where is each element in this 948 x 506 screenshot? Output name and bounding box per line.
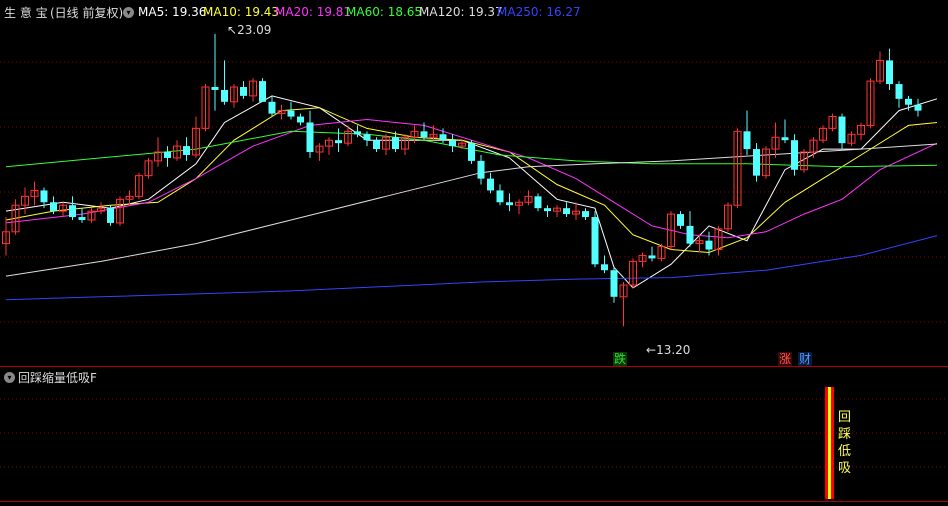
candle-body-down bbox=[268, 101, 276, 114]
dropdown-icon[interactable]: ▾ bbox=[123, 7, 134, 18]
candle-body-down bbox=[306, 122, 314, 153]
candle-body-down bbox=[40, 190, 48, 203]
candle-body-down bbox=[183, 146, 190, 155]
candle-body-down bbox=[69, 205, 76, 218]
candle-body-down bbox=[335, 140, 342, 144]
candle-body-down bbox=[50, 202, 57, 212]
candle-body-down bbox=[563, 208, 570, 215]
candle-body-down bbox=[705, 240, 713, 250]
candle-body-down bbox=[914, 104, 922, 111]
candle-body-down bbox=[610, 270, 618, 297]
candle-body-down bbox=[648, 255, 656, 259]
low-price-value: 13.20 bbox=[656, 343, 691, 357]
ma20-legend: MA20: 19.81 bbox=[275, 5, 352, 19]
candle-body-down bbox=[781, 137, 789, 141]
candle-body-down bbox=[895, 84, 903, 99]
candle-body-down bbox=[78, 217, 86, 220]
candle-body-down bbox=[164, 152, 171, 158]
ma-line-ma20 bbox=[5, 118, 938, 239]
candle-body-down bbox=[838, 116, 846, 144]
candle-body-down bbox=[420, 131, 428, 138]
zhang-tag: 涨 bbox=[778, 352, 793, 366]
die-tag: 跌 bbox=[613, 352, 628, 366]
candle-body-down bbox=[686, 225, 694, 244]
ma-line-ma5 bbox=[5, 95, 938, 289]
candle-body-down bbox=[107, 208, 114, 223]
candle-body-down bbox=[601, 264, 608, 271]
candle-body-down bbox=[211, 87, 219, 90]
signal-bar-inner bbox=[828, 387, 831, 499]
candle-body-down bbox=[506, 202, 513, 206]
ma10-legend: MA10: 19.43 bbox=[203, 5, 280, 19]
ma-line-ma10 bbox=[5, 107, 938, 254]
candle-body-down bbox=[496, 190, 504, 203]
candle-body-down bbox=[449, 140, 456, 147]
high-price-value: 23.09 bbox=[237, 23, 272, 37]
ma60-legend: MA60: 18.65 bbox=[346, 5, 423, 19]
indicator-dropdown-icon[interactable]: ▾ bbox=[4, 372, 15, 383]
candle-body-down bbox=[240, 87, 247, 96]
ma120-legend: MA120: 19.37 bbox=[419, 5, 503, 19]
candle-body-down bbox=[487, 178, 494, 191]
low-price-label: ←13.20 bbox=[646, 343, 691, 357]
ma-line-ma250 bbox=[5, 235, 938, 301]
period-label: (日线 前复权) bbox=[50, 6, 124, 20]
candle-body-down bbox=[468, 143, 475, 161]
indicator-title: 回踩缩量低吸F bbox=[18, 371, 97, 385]
candle-body-down bbox=[259, 81, 266, 102]
candle-body-down bbox=[477, 160, 485, 179]
candle-body-down bbox=[439, 134, 447, 141]
candle-body-down bbox=[591, 217, 599, 265]
ma250-legend: MA250: 16.27 bbox=[497, 5, 581, 19]
candle-body-down bbox=[677, 214, 684, 226]
candle-body-down bbox=[886, 60, 893, 85]
candle-body-down bbox=[287, 110, 295, 117]
cai-tag: 财 bbox=[798, 352, 813, 366]
candle-body-down bbox=[534, 196, 542, 209]
kline-chart[interactable] bbox=[0, 0, 948, 506]
stock-name: 生 意 宝 bbox=[4, 6, 48, 20]
ma5-legend: MA5: 19.36 bbox=[138, 5, 207, 19]
candle-body-down bbox=[905, 98, 912, 105]
candle-body-down bbox=[753, 149, 760, 176]
candle-body-down bbox=[373, 140, 380, 150]
high-price-label: ↖23.09 bbox=[227, 23, 272, 37]
candle-body-down bbox=[297, 116, 304, 123]
candle-body-down bbox=[582, 211, 589, 218]
candle-body-down bbox=[392, 137, 399, 150]
candle-body-down bbox=[743, 131, 751, 150]
candle-body-down bbox=[363, 134, 371, 141]
candle-body-down bbox=[544, 208, 551, 212]
candle-body-down bbox=[354, 131, 361, 135]
candle-body-down bbox=[221, 89, 228, 102]
signal-label: 回踩低吸 bbox=[838, 410, 852, 476]
candle-body-down bbox=[791, 140, 798, 170]
